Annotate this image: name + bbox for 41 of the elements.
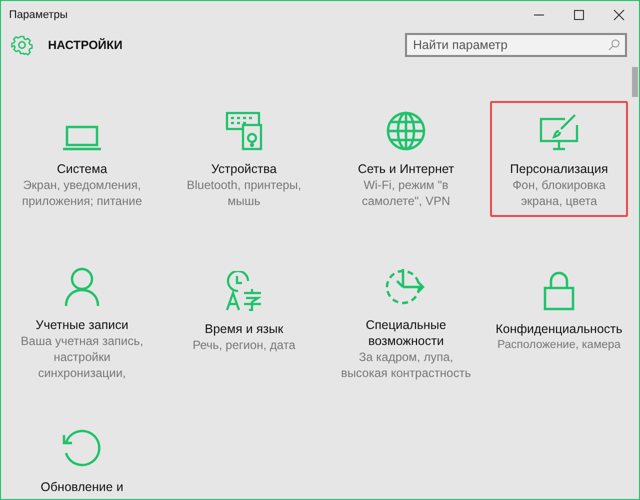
settings-tile[interactable]: Время и язык Речь, регион, дата <box>165 259 323 375</box>
maximize-icon <box>573 9 585 21</box>
settings-tile[interactable]: Устройства Bluetooth, принтеры, мышь <box>165 101 323 217</box>
refresh-icon <box>62 429 102 469</box>
search-icon <box>608 39 620 51</box>
close-icon <box>613 9 625 21</box>
tile-description: Расположение, камера <box>497 338 621 353</box>
page-title: НАСТРОЙКИ <box>48 38 122 52</box>
person-icon <box>64 267 100 307</box>
tile-description: Wi-Fi, режим "в самолете", VPN <box>360 177 452 209</box>
keyboard-speaker-icon <box>225 111 263 151</box>
settings-tile[interactable]: Обновление и <box>3 417 161 499</box>
settings-tile[interactable]: Персонализация Фон, блокировка экрана, цвета <box>490 101 628 217</box>
dashed-timer-icon <box>385 267 427 307</box>
tile-title: Время и язык <box>204 321 284 337</box>
tile-title: Учетные записи <box>36 317 128 333</box>
tile-title: Система <box>56 161 108 177</box>
window-title: Параметры <box>9 9 68 21</box>
settings-tile[interactable]: Сеть и Интернет Wi-Fi, режим "в самолете", VPN <box>327 101 485 217</box>
laptop-icon <box>62 125 102 151</box>
settings-icon <box>11 34 33 56</box>
settings-tile[interactable]: Система Экран, уведомления, приложения; питание <box>3 101 161 217</box>
tile-description: Экран, уведомления, приложения; питание <box>21 177 143 209</box>
clock-letter-icon <box>224 271 264 311</box>
tile-description: Bluetooth, принтеры, мышь <box>186 177 302 209</box>
tile-title: Персонализация <box>510 161 608 177</box>
padlock-icon <box>543 271 575 311</box>
tile-description: За кадром, лупа, высокая контрастность <box>340 349 472 381</box>
tile-description: Речь, регион, дата <box>192 337 296 353</box>
monitor-brush-icon <box>539 113 579 151</box>
tile-title: Конфиденциальность <box>496 321 622 337</box>
tile-title: Сеть и Интернет <box>358 161 454 177</box>
tile-title: Специальные возможности <box>364 317 448 349</box>
globe-icon <box>386 111 426 151</box>
scrollbar[interactable] <box>632 67 638 97</box>
tile-description: Ваша учетная запись, настройки синхронизации, <box>20 333 144 381</box>
tile-description: Фон, блокировка экрана, цвета <box>511 177 607 209</box>
tile-title: Устройства <box>211 161 277 177</box>
settings-tile[interactable]: Конфиденциальность Расположение, камера <box>490 259 628 375</box>
tile-title: Обновление и <box>40 479 124 495</box>
search-field[interactable]: Найти параметр <box>405 33 627 57</box>
